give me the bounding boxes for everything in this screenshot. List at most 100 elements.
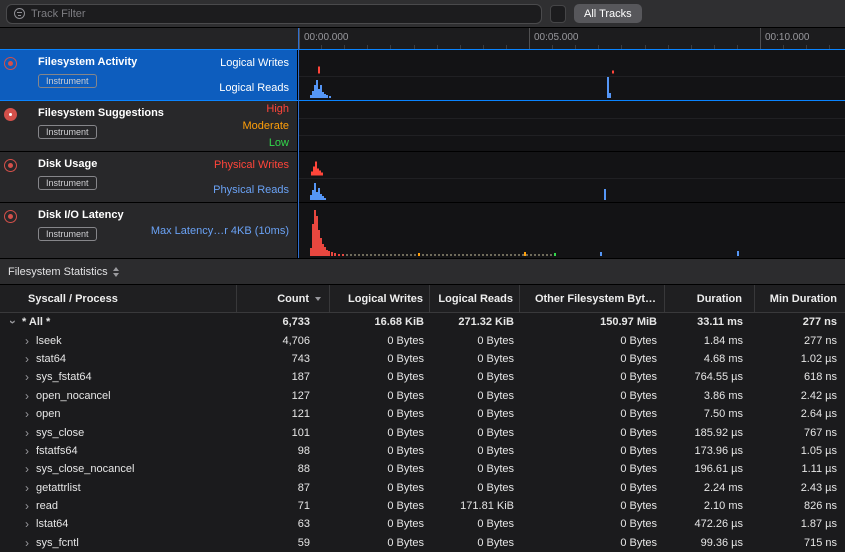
value-cell-min-duration: 2.42 µs (755, 387, 845, 405)
column-header-logical-reads[interactable]: Logical Reads (430, 285, 520, 312)
column-header-min-duration[interactable]: Min Duration (755, 285, 845, 312)
track-row-disk-i-o-latency[interactable]: Disk I/O LatencyInstrumentMax Latency…r … (0, 203, 845, 259)
column-header-other-filesystem-byt[interactable]: Other Filesystem Byt… (520, 285, 665, 312)
value-cell-count: 71 (237, 497, 330, 515)
track-row-filesystem-suggestions[interactable]: Filesystem SuggestionsInstrumentHighMode… (0, 101, 845, 152)
filter-options-button[interactable] (550, 5, 566, 23)
disclosure-chevron-icon[interactable]: › (22, 354, 32, 364)
ruler-tick: 00:00.000 (299, 28, 300, 49)
detail-view-label: Filesystem Statistics (8, 266, 108, 278)
table-row-lseek[interactable]: ›lseek4,7060 Bytes0 Bytes0 Bytes1.84 ms2… (0, 331, 845, 349)
disclosure-chevron-icon[interactable]: › (8, 317, 18, 327)
disclosure-chevron-icon[interactable]: › (22, 464, 32, 474)
table-row-sys-close[interactable]: ›sys_close1010 Bytes0 Bytes0 Bytes185.92… (0, 423, 845, 441)
value-cell-count: 59 (237, 534, 330, 552)
value-cell-min-duration: 826 ns (755, 497, 845, 515)
track-graph-filesystem-activity[interactable] (298, 50, 845, 100)
value-cell-logical-writes: 0 Bytes (330, 331, 430, 349)
syscall-name: sys_fcntl (36, 537, 79, 549)
value-cell-logical-writes: 0 Bytes (330, 405, 430, 423)
syscall-name: read (36, 500, 58, 512)
track-header-filesystem-activity[interactable]: Filesystem ActivityInstrumentLogical Wri… (0, 50, 298, 100)
playhead[interactable] (298, 28, 299, 258)
table-row-stat64[interactable]: ›stat647430 Bytes0 Bytes0 Bytes4.68 ms1.… (0, 350, 845, 368)
value-cell-logical-reads: 171.81 KiB (430, 497, 520, 515)
track-plot (298, 50, 845, 100)
value-cell-logical-reads: 0 Bytes (430, 442, 520, 460)
track-header-filesystem-suggestions[interactable]: Filesystem SuggestionsInstrumentHighMode… (0, 101, 298, 151)
value-cell-min-duration: 277 ns (755, 331, 845, 349)
track-info: Disk I/O LatencyInstrument (20, 203, 124, 258)
value-cell-logical-reads: 0 Bytes (430, 479, 520, 497)
syscall-name: lseek (36, 335, 62, 347)
table-row-read[interactable]: ›read710 Bytes171.81 KiB0 Bytes2.10 ms82… (0, 497, 845, 515)
sort-indicator-icon (315, 297, 321, 301)
track-row-filesystem-activity[interactable]: Filesystem ActivityInstrumentLogical Wri… (0, 50, 845, 101)
value-cell-logical-writes: 0 Bytes (330, 368, 430, 386)
track-row-disk-usage[interactable]: Disk UsageInstrumentPhysical WritesPhysi… (0, 152, 845, 203)
stats-table-body: ›* All *6,73316.68 KiB271.32 KiB150.97 M… (0, 313, 845, 552)
column-header-label: Min Duration (770, 293, 837, 305)
value-cell-duration: 33.11 ms (665, 313, 755, 331)
value-cell-min-duration: 715 ns (755, 534, 845, 552)
syscall-cell: ›open_nocancel (0, 387, 237, 405)
disclosure-chevron-icon[interactable]: › (22, 372, 32, 382)
instrument-badge: Instrument (38, 125, 97, 139)
table-row-sys-fcntl[interactable]: ›sys_fcntl590 Bytes0 Bytes0 Bytes99.36 µ… (0, 534, 845, 552)
column-header-label: Syscall / Process (28, 293, 118, 305)
table-row-open-nocancel[interactable]: ›open_nocancel1270 Bytes0 Bytes0 Bytes3.… (0, 387, 845, 405)
timeline-ruler[interactable]: 00:00.000 00:05.000 00:10.000 (298, 28, 845, 50)
value-cell-logical-writes: 0 Bytes (330, 350, 430, 368)
column-header-syscall-process[interactable]: Syscall / Process (0, 285, 237, 312)
chevron-up-down-icon (113, 267, 119, 277)
ruler-tick: 00:05.000 (529, 28, 530, 49)
value-cell-duration: 2.10 ms (665, 497, 755, 515)
disclosure-chevron-icon[interactable]: › (22, 501, 32, 511)
value-cell-other-filesystem-byt: 0 Bytes (520, 460, 665, 478)
column-header-duration[interactable]: Duration (665, 285, 755, 312)
table-row-sys-fstat64[interactable]: ›sys_fstat641870 Bytes0 Bytes0 Bytes764.… (0, 368, 845, 386)
table-row-open[interactable]: ›open1210 Bytes0 Bytes0 Bytes7.50 ms2.64… (0, 405, 845, 423)
table-row-fstatfs64[interactable]: ›fstatfs64980 Bytes0 Bytes0 Bytes173.96 … (0, 442, 845, 460)
disclosure-chevron-icon[interactable]: › (22, 391, 32, 401)
value-cell-logical-writes: 0 Bytes (330, 442, 430, 460)
value-cell-duration: 173.96 µs (665, 442, 755, 460)
detail-view-selector[interactable]: Filesystem Statistics (8, 266, 119, 278)
syscall-name: sys_close_nocancel (36, 463, 134, 475)
track-graph-disk-usage[interactable] (298, 152, 845, 202)
value-cell-duration: 2.24 ms (665, 479, 755, 497)
track-graph-disk-i-o-latency[interactable] (298, 203, 845, 258)
value-cell-count: 4,706 (237, 331, 330, 349)
disclosure-chevron-icon[interactable]: › (22, 409, 32, 419)
value-cell-min-duration: 1.05 µs (755, 442, 845, 460)
disclosure-chevron-icon[interactable]: › (22, 519, 32, 529)
track-filter-input[interactable] (31, 8, 534, 20)
track-plot (298, 203, 845, 258)
track-filter-field[interactable] (6, 4, 542, 24)
column-header-logical-writes[interactable]: Logical Writes (330, 285, 430, 312)
lane-label: Physical Writes (214, 159, 289, 171)
all-tracks-button[interactable]: All Tracks (574, 4, 642, 23)
value-cell-other-filesystem-byt: 0 Bytes (520, 497, 665, 515)
disclosure-chevron-icon[interactable]: › (22, 538, 32, 548)
disclosure-chevron-icon[interactable]: › (22, 446, 32, 456)
value-cell-logical-writes: 0 Bytes (330, 387, 430, 405)
ruler-minor-tick (714, 45, 715, 49)
ruler-tick-label: 00:10.000 (765, 32, 810, 43)
disclosure-chevron-icon[interactable]: › (22, 336, 32, 346)
table-row-lstat64[interactable]: ›lstat64630 Bytes0 Bytes0 Bytes472.26 µs… (0, 515, 845, 533)
track-graph-filesystem-suggestions[interactable] (298, 101, 845, 151)
table-row-getattrlist[interactable]: ›getattrlist870 Bytes0 Bytes0 Bytes2.24 … (0, 479, 845, 497)
ruler-minor-tick (621, 45, 622, 49)
track-lane-labels: HighModerateLow (243, 101, 289, 151)
disclosure-chevron-icon[interactable]: › (22, 428, 32, 438)
lane-label: Moderate (243, 120, 289, 132)
column-header-label: Logical Writes (348, 293, 423, 305)
track-header-disk-usage[interactable]: Disk UsageInstrumentPhysical WritesPhysi… (0, 152, 298, 202)
disclosure-chevron-icon[interactable]: › (22, 483, 32, 493)
track-header-disk-i-o-latency[interactable]: Disk I/O LatencyInstrumentMax Latency…r … (0, 203, 298, 258)
column-header-count[interactable]: Count (237, 285, 330, 312)
table-row-all[interactable]: ›* All *6,73316.68 KiB271.32 KiB150.97 M… (0, 313, 845, 331)
table-row-sys-close-nocancel[interactable]: ›sys_close_nocancel880 Bytes0 Bytes0 Byt… (0, 460, 845, 478)
value-cell-logical-reads: 0 Bytes (430, 515, 520, 533)
